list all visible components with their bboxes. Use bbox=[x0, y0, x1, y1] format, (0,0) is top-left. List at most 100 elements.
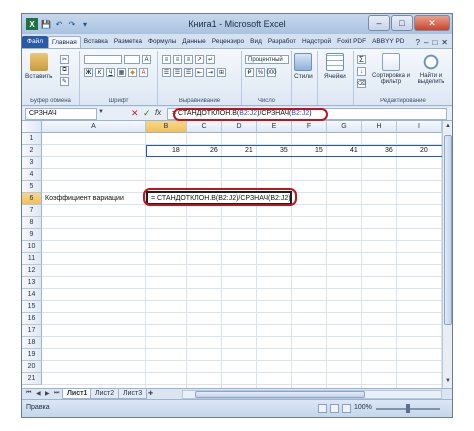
cell-e2[interactable]: 35 bbox=[280, 145, 288, 156]
row-header-5[interactable]: 5 bbox=[22, 181, 42, 193]
page-layout-view-icon[interactable] bbox=[330, 404, 339, 413]
cell-h2[interactable]: 36 bbox=[385, 145, 393, 156]
orientation-icon[interactable]: ↗ bbox=[195, 55, 204, 64]
close-button[interactable]: ✕ bbox=[414, 15, 450, 31]
tab-addins[interactable]: Надстрой bbox=[299, 36, 334, 48]
column-header-i[interactable]: I bbox=[397, 121, 442, 133]
row-header-2[interactable]: 2 bbox=[22, 145, 42, 157]
find-select-button[interactable]: Найти и выделить bbox=[412, 53, 450, 85]
row-header-8[interactable]: 8 bbox=[22, 217, 42, 229]
row-header-19[interactable]: 19 bbox=[22, 349, 42, 361]
row-header-20[interactable]: 20 bbox=[22, 361, 42, 373]
align-center-icon[interactable]: ☰ bbox=[173, 68, 182, 77]
tab-formulas[interactable]: Формулы bbox=[145, 36, 179, 48]
zoom-level[interactable]: 100% bbox=[354, 404, 372, 411]
insert-function-icon[interactable]: fx bbox=[155, 108, 161, 117]
cell-d2[interactable]: 21 bbox=[245, 145, 253, 156]
clear-icon[interactable]: ⌫ bbox=[357, 79, 366, 88]
row-header-18[interactable]: 18 bbox=[22, 337, 42, 349]
tab-file[interactable]: Файл bbox=[22, 36, 48, 48]
vertical-scrollbar[interactable]: ▲ ▼ bbox=[442, 121, 452, 388]
row-header-7[interactable]: 7 bbox=[22, 205, 42, 217]
sort-filter-button[interactable]: Сортировка и фильтр bbox=[371, 53, 411, 85]
tab-page-layout[interactable]: Разметка bbox=[111, 36, 145, 48]
tab-insert[interactable]: Вставка bbox=[81, 36, 111, 48]
cell-a6[interactable]: Коэффициент вариации bbox=[45, 193, 124, 204]
cell-i2[interactable]: 20 bbox=[420, 145, 428, 156]
align-left-icon[interactable]: ☰ bbox=[162, 68, 171, 77]
enter-icon[interactable]: ✓ bbox=[143, 108, 151, 119]
row-header-13[interactable]: 13 bbox=[22, 277, 42, 289]
column-header-d[interactable]: D bbox=[222, 121, 257, 133]
tab-review[interactable]: Рецензиро bbox=[209, 36, 247, 48]
row-header-9[interactable]: 9 bbox=[22, 229, 42, 241]
insert-sheet-icon[interactable]: ✚ bbox=[148, 390, 153, 397]
ribbon-minimize-icon[interactable]: – bbox=[424, 38, 428, 47]
column-header-g[interactable]: G bbox=[327, 121, 362, 133]
row-header-11[interactable]: 11 bbox=[22, 253, 42, 265]
row-header-16[interactable]: 16 bbox=[22, 313, 42, 325]
ribbon-close-icon[interactable]: ✕ bbox=[441, 38, 448, 47]
column-header-c[interactable]: C bbox=[187, 121, 222, 133]
horizontal-scroll-thumb[interactable] bbox=[195, 391, 365, 398]
tab-data[interactable]: Данные bbox=[179, 36, 208, 48]
excel-logo-icon[interactable]: X bbox=[26, 18, 38, 30]
tab-view[interactable]: Вид bbox=[247, 36, 265, 48]
column-header-b[interactable]: B bbox=[146, 121, 187, 133]
save-icon[interactable]: 💾 bbox=[41, 19, 51, 29]
decrease-indent-icon[interactable]: ⇤ bbox=[195, 68, 204, 77]
next-sheet-icon[interactable]: ▶ bbox=[45, 390, 50, 397]
italic-icon[interactable]: К bbox=[95, 68, 104, 77]
name-box-dropdown-icon[interactable]: ▼ bbox=[98, 109, 104, 115]
copy-icon[interactable]: ⧉ bbox=[60, 66, 69, 75]
row-header-10[interactable]: 10 bbox=[22, 241, 42, 253]
align-right-icon[interactable]: ☰ bbox=[184, 68, 193, 77]
underline-icon[interactable]: Ч bbox=[106, 68, 115, 77]
redo-icon[interactable]: ↷ bbox=[67, 19, 77, 29]
cancel-icon[interactable]: ✕ bbox=[131, 108, 139, 119]
tab-foxit-pdf[interactable]: Foxit PDF bbox=[334, 36, 369, 48]
select-all-corner[interactable] bbox=[22, 121, 42, 133]
cell-b2[interactable]: 18 bbox=[172, 145, 180, 156]
sheet-tab-3[interactable]: Лист3 bbox=[118, 389, 148, 399]
currency-icon[interactable]: ₽ bbox=[245, 68, 254, 77]
font-size-box[interactable] bbox=[124, 55, 140, 64]
row-header-17[interactable]: 17 bbox=[22, 325, 42, 337]
row-header-6[interactable]: 6 bbox=[22, 193, 42, 205]
cut-icon[interactable]: ✂ bbox=[60, 55, 69, 64]
number-format-dropdown[interactable]: Процентный bbox=[245, 55, 289, 64]
percent-icon[interactable]: % bbox=[256, 68, 265, 77]
column-header-f[interactable]: F bbox=[292, 121, 327, 133]
column-header-a[interactable]: A bbox=[42, 121, 146, 133]
tab-developer[interactable]: Разработ bbox=[265, 36, 299, 48]
fill-icon[interactable]: ↓ bbox=[357, 67, 366, 76]
align-middle-icon[interactable]: ≡ bbox=[173, 55, 182, 64]
name-box[interactable]: СРЗНАЧ bbox=[25, 108, 97, 120]
first-sheet-icon[interactable]: ⏮ bbox=[26, 390, 31, 397]
last-sheet-icon[interactable]: ⏭ bbox=[54, 390, 59, 397]
page-break-view-icon[interactable] bbox=[342, 404, 351, 413]
scroll-down-icon[interactable]: ▼ bbox=[444, 377, 452, 386]
styles-button[interactable]: Стили bbox=[294, 53, 313, 80]
undo-icon[interactable]: ↶ bbox=[54, 19, 64, 29]
bold-icon[interactable]: Ж bbox=[84, 68, 93, 77]
qat-dropdown-icon[interactable]: ▾ bbox=[80, 19, 90, 29]
row-header-3[interactable]: 3 bbox=[22, 157, 42, 169]
format-painter-icon[interactable]: ✎ bbox=[60, 77, 69, 86]
horizontal-scrollbar[interactable] bbox=[182, 390, 442, 399]
fill-color-icon[interactable]: ◆ bbox=[128, 68, 137, 77]
row-header-14[interactable]: 14 bbox=[22, 289, 42, 301]
zoom-slider-thumb[interactable] bbox=[406, 404, 410, 413]
row-header-15[interactable]: 15 bbox=[22, 301, 42, 313]
align-bottom-icon[interactable]: ≡ bbox=[184, 55, 193, 64]
font-color-icon[interactable]: A bbox=[139, 68, 148, 77]
grow-font-icon[interactable]: A bbox=[142, 55, 151, 64]
ribbon-restore-icon[interactable]: □ bbox=[432, 38, 437, 47]
tab-abbyy-pdf[interactable]: ABBYY PD bbox=[369, 36, 407, 48]
cell-f2[interactable]: 15 bbox=[315, 145, 323, 156]
paste-button[interactable]: Вставить bbox=[25, 53, 53, 80]
align-top-icon[interactable]: ≡ bbox=[162, 55, 171, 64]
scroll-up-icon[interactable]: ▲ bbox=[444, 122, 452, 131]
sheet-tab-2[interactable]: Лист2 bbox=[90, 389, 120, 399]
vertical-scroll-thumb[interactable] bbox=[444, 135, 452, 325]
